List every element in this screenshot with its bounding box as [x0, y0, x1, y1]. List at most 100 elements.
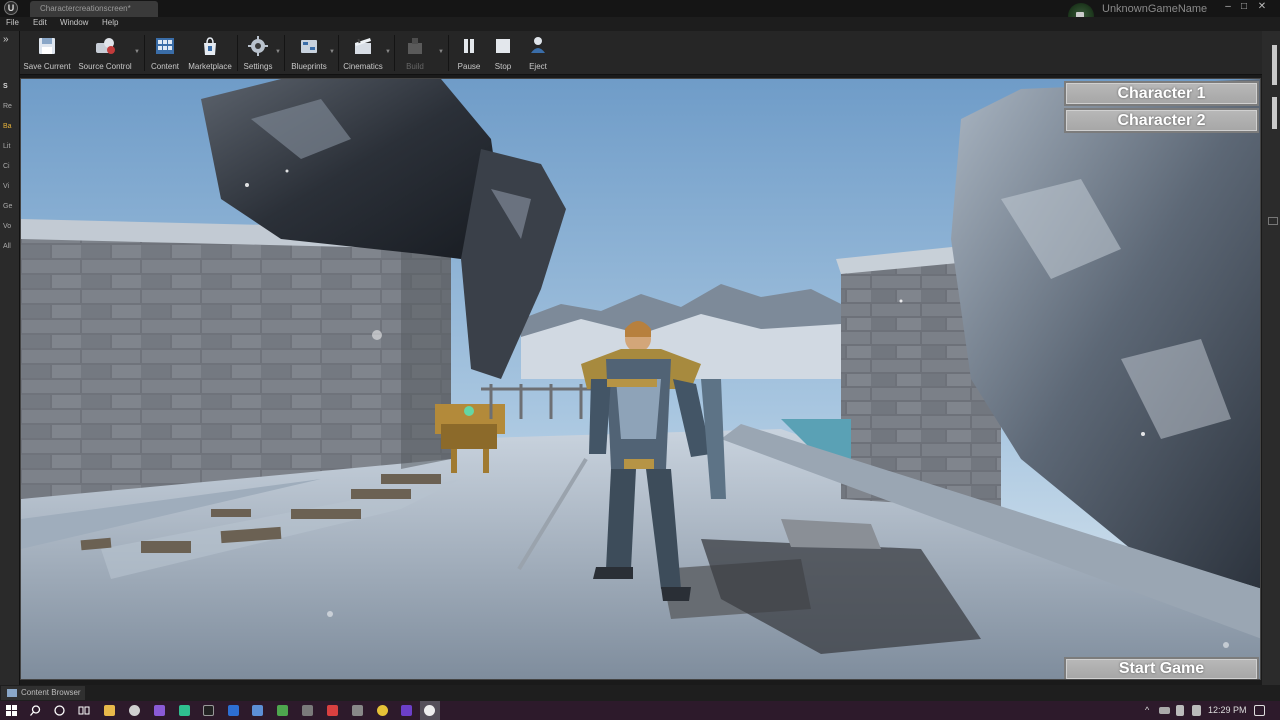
build-caret-icon[interactable]: ▼ [438, 49, 444, 55]
modes-tab-icon[interactable]: S [3, 83, 8, 90]
menu-window[interactable]: Window [60, 18, 88, 27]
pause-button[interactable]: Pause [454, 33, 484, 73]
marketplace-label: Marketplace [188, 62, 232, 71]
character-2-button[interactable]: Character 2 [1064, 108, 1259, 133]
start-game-button[interactable]: Start Game [1064, 657, 1259, 679]
source-control-button[interactable]: Source Control [76, 33, 134, 73]
toolbar-separator [394, 35, 395, 71]
source-control-caret-icon[interactable]: ▼ [134, 49, 140, 55]
blueprints-icon [301, 40, 317, 53]
blueprints-label: Blueprints [291, 62, 327, 71]
browser-icon[interactable] [129, 705, 140, 716]
toolbar: Save Current Source Control ▼ Content Ma… [0, 31, 1280, 75]
content-browser-icon [7, 689, 17, 697]
content-label: Content [150, 62, 180, 71]
toolbar-separator [144, 35, 145, 71]
details-panel-strip [1262, 31, 1280, 685]
content-browser-tab[interactable]: Content Browser [1, 686, 85, 700]
stop-icon [496, 39, 510, 53]
game-name: UnknownGameName [1102, 2, 1208, 15]
save-current-button[interactable]: Save Current [22, 33, 72, 73]
panel-handle-icon[interactable] [1268, 217, 1278, 225]
status-bar: Content Browser [0, 685, 1280, 701]
modes-tab-geometry[interactable]: Ge [3, 203, 12, 210]
settings-caret-icon[interactable]: ▼ [275, 49, 281, 55]
app-icon-red[interactable] [327, 705, 338, 716]
app-icon-green[interactable] [179, 705, 190, 716]
app-icon-leaf[interactable] [277, 705, 288, 716]
cinematics-caret-icon[interactable]: ▼ [385, 49, 391, 55]
app-icon-media[interactable] [352, 705, 363, 716]
volume-icon[interactable] [1192, 705, 1201, 716]
marketplace-icon [204, 37, 216, 55]
modes-tab-visual[interactable]: Vi [3, 183, 9, 190]
game-viewport[interactable]: Character 1 Character 2 Start Game [20, 78, 1261, 680]
app-icon-gray[interactable] [302, 705, 313, 716]
task-view-icon[interactable] [78, 705, 90, 716]
modes-tab-lights[interactable]: Lit [3, 143, 10, 150]
menu-file[interactable]: File [6, 18, 19, 27]
stop-label: Stop [494, 62, 512, 71]
blueprints-button[interactable]: Blueprints [288, 33, 330, 73]
character-1-button[interactable]: Character 1 [1064, 81, 1259, 106]
app-icon-purple[interactable] [401, 705, 412, 716]
eject-button[interactable]: Eject [523, 33, 553, 73]
tray-chevron-icon[interactable]: ^ [1145, 705, 1149, 715]
outliner-scrollbar[interactable] [1272, 45, 1277, 85]
chrome-icon[interactable] [377, 705, 388, 716]
save-icon [39, 38, 55, 54]
network-icon[interactable] [1176, 705, 1184, 716]
build-icon [408, 38, 422, 54]
toolbar-separator [448, 35, 449, 71]
modes-tab-volumes[interactable]: Vo [3, 223, 11, 230]
cinematics-button[interactable]: Cinematics [341, 33, 385, 73]
maximize-button[interactable]: □ [1237, 1, 1251, 12]
unreal-taskbar-button[interactable] [420, 701, 440, 720]
modes-tab-cinematic[interactable]: Ci [3, 163, 10, 170]
source-control-label: Source Control [78, 62, 132, 71]
scene [21, 79, 1260, 679]
cortana-icon[interactable] [54, 705, 65, 716]
chevron-double-icon[interactable]: » [3, 34, 9, 45]
modes-panel: » S Re Ba Lit Ci Vi Ge Vo All [0, 31, 20, 685]
file-explorer-icon[interactable] [104, 705, 115, 716]
stop-button[interactable]: Stop [489, 33, 517, 73]
left-stone-wall [21, 229, 451, 499]
toolbar-separator [338, 35, 339, 71]
save-current-label: Save Current [23, 62, 71, 71]
menu-help[interactable]: Help [102, 18, 118, 27]
steam-icon[interactable] [252, 705, 263, 716]
toolbar-separator [237, 35, 238, 71]
windows-start-icon[interactable] [6, 705, 17, 716]
notifications-icon[interactable] [1254, 705, 1265, 716]
search-icon[interactable] [30, 705, 41, 716]
cloud-icon[interactable] [1159, 707, 1170, 714]
unreal-logo-icon[interactable]: U [4, 1, 18, 15]
source-control-icon [96, 38, 115, 54]
windows-taskbar: ^ 12:29 PM [0, 701, 1280, 720]
settings-icon [248, 36, 268, 56]
modes-tab-recent[interactable]: Re [3, 103, 12, 110]
marketplace-button[interactable]: Marketplace [186, 33, 234, 73]
unreal-taskbar-icon [424, 705, 435, 716]
blueprints-caret-icon[interactable]: ▼ [329, 49, 335, 55]
game-name-area: UnknownGameName [1068, 0, 1208, 29]
settings-label: Settings [243, 62, 273, 71]
terminal-icon[interactable] [203, 705, 214, 716]
modes-tab-basic[interactable]: Ba [3, 123, 12, 130]
close-button[interactable]: ✕ [1255, 1, 1269, 12]
modes-tab-all[interactable]: All [3, 243, 11, 250]
visual-studio-icon[interactable] [154, 705, 165, 716]
eject-icon [531, 37, 545, 53]
menu-edit[interactable]: Edit [33, 18, 47, 27]
content-button[interactable]: Content [148, 33, 182, 73]
title-bar: U Charactercreationscreen* UnknownGameNa… [0, 0, 1280, 29]
minimize-button[interactable]: – [1221, 1, 1235, 12]
toolbar-separator [284, 35, 285, 71]
build-button[interactable]: Build [398, 33, 432, 73]
details-scrollbar[interactable] [1272, 97, 1277, 129]
settings-button[interactable]: Settings [240, 33, 276, 73]
level-tab[interactable]: Charactercreationscreen* [30, 1, 158, 17]
app-icon-blue[interactable] [228, 705, 239, 716]
clock-time[interactable]: 12:29 PM [1208, 705, 1247, 715]
